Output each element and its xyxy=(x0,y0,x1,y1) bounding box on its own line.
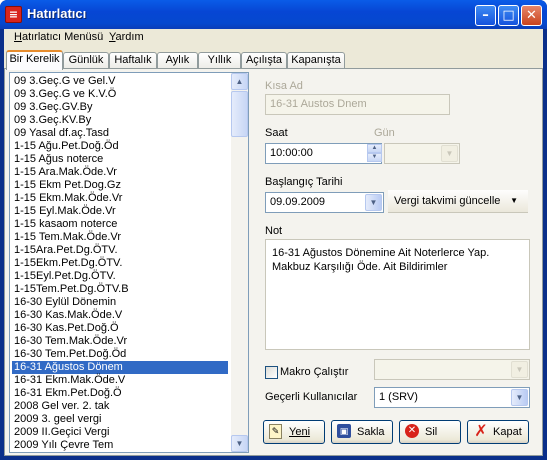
menu-yardim-label: ardım xyxy=(115,31,144,43)
list-item[interactable]: 16-30 Kas.Mak.Öde.V xyxy=(14,309,230,322)
baslangic-tarihi-value: 09.09.2009 xyxy=(270,196,326,208)
tab-strip: Bir Kerelik Günlük Haftalık Aylık Yıllık… xyxy=(4,50,543,70)
saat-input[interactable]: 10:00:00 xyxy=(265,143,382,164)
scroll-up-button[interactable]: ▲ xyxy=(231,73,248,90)
list-item[interactable]: 1-15 kasaom noterce xyxy=(14,218,230,231)
list-item[interactable]: 16-30 Tem.Pet.Doğ.Öd xyxy=(14,348,230,361)
tab-panel: 09 3.Geç.G ve Gel.V 09 3.Geç.G ve K.V.Ö 09… xyxy=(4,68,543,456)
list-item[interactable]: 16-31 Ekm.Pet.Doğ.Ö xyxy=(14,387,230,400)
tab-haftalik[interactable]: Haftalık xyxy=(109,52,157,69)
list-item[interactable]: 09 3.Geç.G ve K.V.Ö xyxy=(14,88,230,101)
not-label: Not xyxy=(265,225,283,237)
list-item[interactable]: 1-15 Ekm Pet.Dog.Gz xyxy=(14,179,230,192)
window-title: Hatırlatıcı xyxy=(27,6,87,21)
scroll-down-button[interactable]: ▼ xyxy=(231,435,248,452)
kapat-label: Kapat xyxy=(493,426,522,438)
not-textarea[interactable]: 16-31 Ağustos Dönemine Ait Noterlerce Ya… xyxy=(265,239,530,350)
saat-label: Saat xyxy=(265,127,288,139)
kisa-ad-input[interactable]: 16-31 Austos Dnem xyxy=(265,94,450,115)
list-item[interactable]: 1-15Tem.Pet.Dg.ÖTV.B xyxy=(14,283,230,296)
kisa-ad-label: Kısa Ad xyxy=(265,80,303,92)
list-item[interactable]: 16-31 Ekm.Mak.Öde.V xyxy=(14,374,230,387)
chevron-down-icon[interactable]: ▼ xyxy=(441,145,458,162)
kullanicilar-combo[interactable]: 1 (SRV) ▼ xyxy=(374,387,530,408)
tab-yillik[interactable]: Yıllık xyxy=(198,52,241,69)
yeni-label: Yeni xyxy=(289,426,311,438)
list-item[interactable]: 09 Yasal df.aç.Tasd xyxy=(14,127,230,140)
chevron-down-icon[interactable]: ▼ xyxy=(511,389,528,406)
tab-gunluk[interactable]: Günlük xyxy=(63,52,109,69)
gecerli-kullanicilar-label: Geçerli Kullanıcılar xyxy=(265,391,358,403)
list-item[interactable]: 09 3.Geç.G ve Gel.V xyxy=(14,75,230,88)
list-item[interactable]: 1-15 Ara.Mak.Öde.Vr xyxy=(14,166,230,179)
dropdown-arrow-icon: ▼ xyxy=(510,196,518,205)
list-item[interactable]: 16-31 Ağustos Dönem xyxy=(11,360,229,375)
yeni-button[interactable]: ✎ Yeni xyxy=(263,420,325,444)
tab-bir-kerelik[interactable]: Bir Kerelik xyxy=(6,50,63,70)
sakla-button[interactable]: ▣ Sakla xyxy=(331,420,393,444)
list-item[interactable]: 16-30 Tem.Mak.Öde.Vr xyxy=(14,335,230,348)
menu-hatirlatici-label: atırlatıcı Menüsü xyxy=(21,31,104,43)
tab-kapanista[interactable]: Kapanışta xyxy=(287,52,345,69)
baslangic-tarihi-picker[interactable]: 09.09.2009 ▼ xyxy=(265,192,384,213)
gun-combo[interactable]: ▼ xyxy=(384,143,460,164)
baslangic-tarihi-label: Başlangıç Tarihi xyxy=(265,176,343,188)
makro-label: Makro Çalıştır xyxy=(280,366,349,378)
spin-down-icon[interactable]: ▼ xyxy=(367,153,382,162)
vergi-takvimi-guncelle-label: Vergi takvimi güncelle xyxy=(394,195,501,207)
minimize-button[interactable]: – xyxy=(475,5,496,26)
menu-bar: Hatırlatıcı Menüsü Yardım xyxy=(4,29,543,46)
kullanicilar-value: 1 (SRV) xyxy=(379,391,418,403)
delete-icon: ✕ xyxy=(405,424,419,438)
list-item[interactable]: 1-15 Tem.Mak.Öde.Vr xyxy=(14,231,230,244)
list-item[interactable]: 2009 3. geel vergi xyxy=(14,413,230,426)
makro-checkbox[interactable] xyxy=(265,366,278,379)
list-item[interactable]: 09 3.Geç.GV.By xyxy=(14,101,230,114)
makro-combo[interactable]: ▼ xyxy=(374,359,530,380)
sakla-label: Sakla xyxy=(357,426,385,438)
list-scrollbar[interactable]: ▲ ▼ xyxy=(231,73,248,452)
close-x-icon: ✗ xyxy=(474,423,488,440)
kapat-button[interactable]: ✗ Kapat xyxy=(467,420,529,444)
menu-hatirlatici[interactable]: Hatırlatıcı Menüsü xyxy=(14,31,103,43)
new-document-icon: ✎ xyxy=(269,424,282,439)
list-item[interactable]: 1-15 Ağus noterce xyxy=(14,153,230,166)
tab-acilista[interactable]: Açılışta xyxy=(241,52,287,69)
list-item[interactable]: 1-15 Eyl.Mak.Öde.Vr xyxy=(14,205,230,218)
calendar-dropdown-icon[interactable]: ▼ xyxy=(365,194,382,211)
scroll-thumb[interactable] xyxy=(231,91,248,137)
saat-spinner[interactable]: ▲ ▼ xyxy=(367,144,382,163)
close-button[interactable]: ✕ xyxy=(521,5,542,26)
gun-label: Gün xyxy=(374,127,395,139)
vergi-takvimi-guncelle-button[interactable]: Vergi takvimi güncelle ▼ xyxy=(388,190,528,213)
app-window: ≡ Hatırlatıcı – □ ✕ Hatırlatıcı Menüsü Y… xyxy=(0,0,547,460)
sil-label: Sil xyxy=(425,426,438,438)
list-item[interactable]: 16-30 Eylül Dönemin xyxy=(14,296,230,309)
list-item[interactable]: 1-15 Ekm.Mak.Öde.Vr xyxy=(14,192,230,205)
spin-up-icon[interactable]: ▲ xyxy=(367,144,382,153)
list-item[interactable]: 09 3.Geç.KV.By xyxy=(14,114,230,127)
title-bar[interactable]: ≡ Hatırlatıcı – □ ✕ xyxy=(0,0,547,29)
list-item[interactable]: 1-15Eyl.Pet.Dg.ÖTV. xyxy=(14,270,230,283)
chevron-down-icon[interactable]: ▼ xyxy=(511,361,528,378)
menu-hatirlatici-mnemonic: H xyxy=(14,31,22,43)
list-item[interactable]: 1-15Ara.Pet.Dg.ÖTV. xyxy=(14,244,230,257)
list-item[interactable]: 2009 II.Geçici Vergi xyxy=(14,426,230,439)
list-item[interactable]: 1-15 Ağu.Pet.Doğ.Öd xyxy=(14,140,230,153)
client-area: Hatırlatıcı Menüsü Yardım Bir Kerelik Gü… xyxy=(4,29,543,456)
list-item[interactable]: 16-30 Kas.Pet.Doğ.Ö xyxy=(14,322,230,335)
save-disk-icon: ▣ xyxy=(337,424,351,438)
list-item[interactable]: 2009 Yılı Çevre Tem xyxy=(14,439,230,452)
maximize-button[interactable]: □ xyxy=(498,5,519,26)
detail-form: Kısa Ad 16-31 Austos Dnem Saat 10:00:00 … xyxy=(255,69,542,457)
reminder-listbox[interactable]: 09 3.Geç.G ve Gel.V 09 3.Geç.G ve K.V.Ö 09… xyxy=(9,72,249,453)
list-item[interactable]: 2008 Gel ver. 2. tak xyxy=(14,400,230,413)
sil-button[interactable]: ✕ Sil xyxy=(399,420,461,444)
menu-yardim[interactable]: Yardım xyxy=(109,31,144,43)
tab-aylik[interactable]: Aylık xyxy=(157,52,198,69)
app-calendar-icon[interactable]: ≡ xyxy=(5,6,22,23)
list-item[interactable]: 1-15Ekm.Pet.Dg.ÖTV. xyxy=(14,257,230,270)
